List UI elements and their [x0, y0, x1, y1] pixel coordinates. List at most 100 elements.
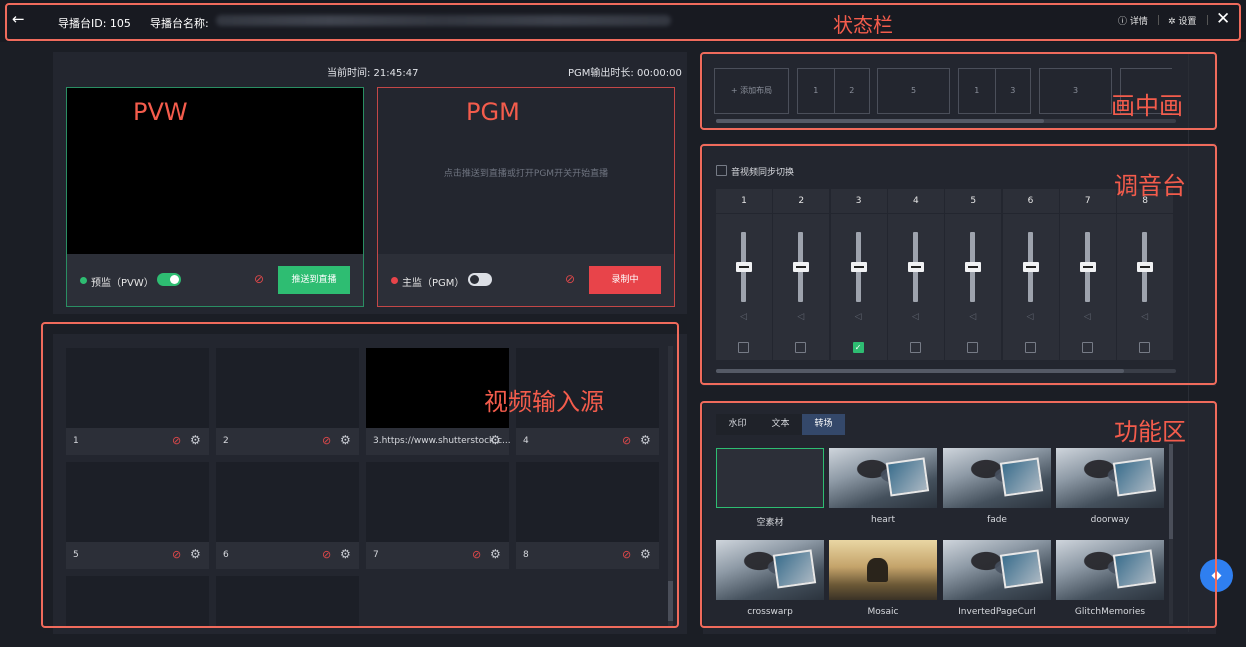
transition-thumbnail[interactable]	[716, 448, 824, 508]
mute-icon[interactable]: ⊘	[472, 548, 481, 561]
video-input-tile[interactable]	[66, 576, 209, 626]
console-name-label: 导播台名称:	[150, 17, 209, 30]
help-float-button[interactable]: ◆	[1200, 559, 1233, 592]
pip-layout[interactable]: 12	[797, 68, 870, 114]
gear-icon[interactable]: ⚙	[490, 547, 501, 561]
speaker-icon[interactable]: ◁	[1141, 312, 1148, 322]
video-input-tile[interactable]: 6 ⊘ ⚙	[216, 462, 359, 569]
channel-checkbox[interactable]	[738, 342, 749, 353]
gear-icon[interactable]: ⚙	[640, 433, 651, 447]
gear-icon[interactable]: ⚙	[190, 433, 201, 447]
volume-fader-knob[interactable]	[793, 262, 810, 272]
input-footer: 2 ⊘ ⚙	[216, 428, 359, 455]
video-input-tile[interactable]: 8 ⊘ ⚙	[516, 462, 659, 569]
pip-layout[interactable]: 3	[1039, 68, 1112, 114]
mute-icon[interactable]: ⊘	[565, 272, 575, 286]
back-arrow-icon[interactable]: ←	[12, 10, 25, 28]
transition-thumbnail[interactable]	[829, 540, 937, 600]
pvw-monitor: 预监（PVW） ⊘ 推送到直播	[66, 87, 364, 307]
volume-fader-knob[interactable]	[850, 262, 867, 272]
push-to-live-button[interactable]: 推送到直播	[278, 266, 350, 294]
input-thumbnail[interactable]	[366, 462, 509, 542]
volume-fader-knob[interactable]	[907, 262, 924, 272]
transition-thumbnail[interactable]	[1056, 448, 1164, 508]
function-tab[interactable]: 转场	[802, 414, 845, 435]
input-footer: 1 ⊘ ⚙	[66, 428, 209, 455]
speaker-icon[interactable]: ◁	[912, 312, 919, 322]
video-input-tile[interactable]: 2 ⊘ ⚙	[216, 348, 359, 455]
settings-button[interactable]: ✲ 设置	[1168, 14, 1196, 27]
gear-icon[interactable]: ⚙	[490, 433, 501, 447]
volume-fader-knob[interactable]	[1022, 262, 1039, 272]
mute-icon[interactable]: ⊘	[254, 272, 264, 286]
channel-checkbox[interactable]	[967, 342, 979, 353]
function-tab[interactable]: 文本	[759, 414, 802, 435]
inputs-scrollbar[interactable]	[668, 346, 673, 626]
speaker-icon[interactable]: ◁	[740, 312, 747, 322]
input-thumbnail[interactable]	[66, 348, 209, 428]
mute-icon[interactable]: ⊘	[172, 434, 181, 447]
annotation-mixer-label: 调音台	[1114, 172, 1186, 200]
gear-icon[interactable]: ⚙	[190, 547, 201, 561]
channel-checkbox[interactable]	[1139, 342, 1151, 353]
transition-thumbnail[interactable]	[716, 540, 824, 600]
pvw-label: 预监（PVW）	[91, 278, 154, 289]
video-input-tile[interactable]: 1 ⊘ ⚙	[66, 348, 209, 455]
gear-icon[interactable]: ⚙	[640, 547, 651, 561]
input-thumbnail[interactable]	[66, 462, 209, 542]
transition-scrollbar[interactable]	[1169, 444, 1173, 624]
transition-thumbnail[interactable]	[943, 540, 1051, 600]
pvw-screen[interactable]	[67, 88, 363, 254]
speaker-icon[interactable]: ◁	[1084, 312, 1091, 322]
transition-thumbnail[interactable]	[829, 448, 937, 508]
recording-button[interactable]: 录制中	[589, 266, 661, 294]
pip-scrollbar[interactable]	[716, 119, 1176, 123]
gear-icon[interactable]: ⚙	[340, 547, 351, 561]
speaker-icon[interactable]: ◁	[855, 312, 862, 322]
speaker-icon[interactable]: ◁	[797, 312, 804, 322]
close-icon[interactable]: ✕	[1216, 9, 1230, 29]
function-tab[interactable]: 水印	[716, 414, 759, 435]
volume-fader-knob[interactable]	[736, 262, 752, 272]
channel-checkbox[interactable]: ✓	[852, 342, 864, 353]
mute-icon[interactable]: ⊘	[172, 548, 181, 561]
input-thumbnail[interactable]	[216, 348, 359, 428]
video-input-tile[interactable]: 7 ⊘ ⚙	[366, 462, 509, 569]
mute-icon[interactable]: ⊘	[622, 548, 631, 561]
speaker-icon[interactable]: ◁	[969, 312, 976, 322]
speaker-icon[interactable]: ◁	[1027, 312, 1034, 322]
pvw-toggle[interactable]	[157, 273, 181, 286]
channel-checkbox[interactable]	[795, 342, 807, 353]
transition-preview-image	[1056, 448, 1164, 508]
mute-icon[interactable]: ⊘	[622, 434, 631, 447]
transition-label: 空素材	[756, 518, 784, 528]
volume-fader-knob[interactable]	[1079, 262, 1096, 272]
transition-thumbnail[interactable]	[1056, 540, 1164, 600]
mute-icon[interactable]: ⊘	[322, 548, 331, 561]
channel-checkbox[interactable]	[1081, 342, 1093, 353]
pgm-toggle[interactable]	[468, 273, 492, 286]
input-thumbnail[interactable]	[516, 462, 659, 542]
mute-icon[interactable]: ⊘	[322, 434, 331, 447]
mixer-channel-number: 1	[716, 189, 772, 213]
video-input-tile[interactable]	[216, 576, 359, 626]
channel-checkbox[interactable]	[909, 342, 921, 353]
volume-fader-knob[interactable]	[1137, 262, 1154, 272]
video-input-tile[interactable]: 5 ⊘ ⚙	[66, 462, 209, 569]
transition-preview-image	[829, 448, 937, 508]
channel-checkbox[interactable]	[1024, 342, 1036, 353]
pip-layout[interactable]: 5	[877, 68, 950, 114]
input-thumbnail[interactable]	[216, 462, 359, 542]
mixer-channel: ◁ ✓	[830, 214, 887, 360]
sync-switch-checkbox[interactable]	[716, 165, 727, 176]
mixer-channel: ◁	[945, 214, 1002, 360]
volume-fader-knob[interactable]	[965, 262, 982, 272]
pgm-label: 主监（PGM）	[402, 278, 465, 289]
detail-button[interactable]: ⓘ 详情	[1118, 14, 1148, 27]
transition-thumbnail[interactable]	[943, 448, 1051, 508]
pip-layout[interactable]: 13	[958, 68, 1031, 114]
annotation-status-bar-label: 状态栏	[833, 13, 893, 37]
add-layout-button[interactable]: + 添加布局	[714, 68, 789, 114]
mixer-scrollbar[interactable]	[716, 369, 1176, 373]
gear-icon[interactable]: ⚙	[340, 433, 351, 447]
